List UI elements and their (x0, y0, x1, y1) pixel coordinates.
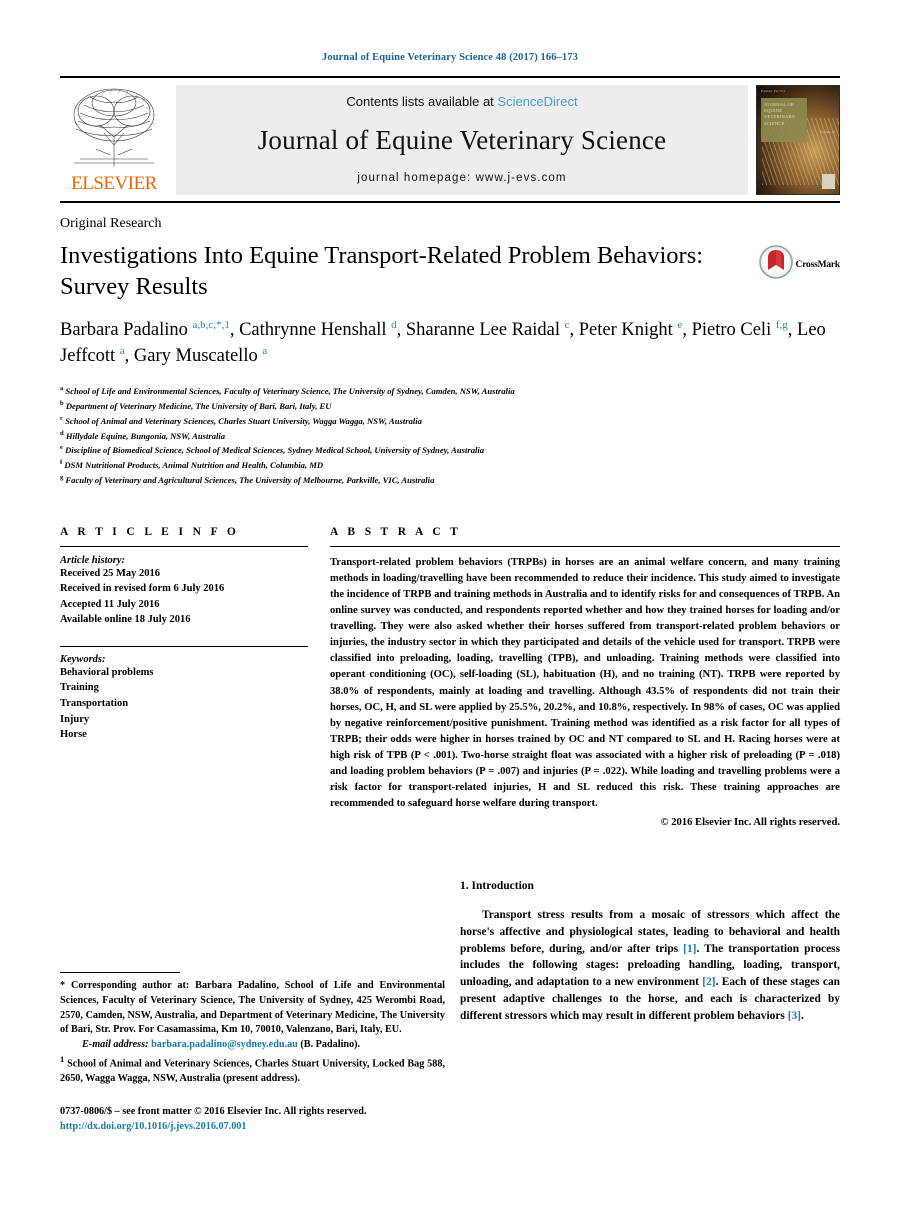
affiliation-mark: d (60, 429, 64, 437)
affiliation-item: d Hillydale Equine, Bungonia, NSW, Austr… (60, 429, 840, 444)
issn-block: 0737-0806/$ – see front matter © 2016 El… (60, 1105, 445, 1135)
present-address-note: 1 School of Animal and Veterinary Scienc… (60, 1053, 445, 1087)
present-address-mark: 1 (60, 1053, 65, 1064)
keywords-block: Keywords: Behavioral problems Training T… (60, 645, 308, 743)
email-note: E-mail address: barbara.padalino@sydney.… (60, 1038, 445, 1053)
keyword-item: Behavioral problems (60, 666, 154, 678)
citation-ref[interactable]: [2] (702, 976, 715, 988)
elsevier-tree-icon (66, 85, 162, 169)
info-abstract-section: A R T I C L E I N F O Article history: R… (60, 525, 840, 829)
affiliation-mark: c (60, 414, 63, 422)
page-title: Investigations Into Equine Transport-Rel… (60, 242, 704, 300)
email-label: E-mail address: (82, 1039, 149, 1051)
paper-page: Journal of Equine Veterinary Science 48 … (0, 0, 900, 1230)
sciencedirect-link[interactable]: ScienceDirect (497, 94, 577, 109)
keywords-rule (60, 645, 308, 647)
abstract-rule (330, 545, 840, 547)
keyword-item: Injury (60, 713, 90, 725)
affiliation-mark: b (60, 400, 64, 408)
masthead-center: Contents lists available at ScienceDirec… (176, 85, 748, 195)
affiliation-list: a School of Life and Environmental Scien… (60, 384, 840, 487)
crossmark-badge[interactable]: CrossMark (758, 241, 841, 284)
introduction-heading: 1. Introduction (460, 880, 534, 892)
article-info-rule (60, 545, 308, 547)
affiliation-text: Discipline of Biomedical Science, School… (65, 445, 485, 456)
affiliation-text: School of Animal and Veterinary Sciences… (65, 415, 422, 426)
email-link[interactable]: barbara.padalino@sydney.edu.au (151, 1039, 298, 1050)
bottom-region: 1. Introduction Transport stress results… (60, 880, 840, 1180)
affiliation-text: DSM Nutritional Products, Animal Nutriti… (64, 460, 324, 471)
affiliation-text: Department of Veterinary Medicine, The U… (65, 400, 332, 411)
intro-text: . (800, 1009, 804, 1022)
affiliation-text: Hillydale Equine, Bungonia, NSW, Austral… (65, 430, 226, 441)
article-info-column: A R T I C L E I N F O Article history: R… (60, 526, 330, 829)
affiliation-item: g Faculty of Veterinary and Agricultural… (60, 473, 840, 488)
article-history-label: Article history: (60, 554, 126, 566)
contents-list-line: Contents lists available at ScienceDirec… (346, 94, 577, 109)
history-item: Received in revised form 6 July 2016 (60, 583, 225, 595)
keywords-label: Keywords: (60, 653, 106, 665)
affiliation-mark: a (60, 385, 64, 393)
affiliation-item: b Department of Veterinary Medicine, The… (60, 399, 840, 414)
footnote-column: * Corresponding author at: Barbara Padal… (60, 972, 445, 1134)
citation-ref[interactable]: [3] (788, 1010, 801, 1022)
introduction-paragraph: Transport stress results from a mosaic o… (460, 907, 840, 1024)
present-address-text: School of Animal and Veterinary Sciences… (60, 1058, 445, 1085)
affiliation-text: Faculty of Veterinary and Agricultural S… (65, 474, 435, 485)
journal-cover-thumbnail: Equine Vet Sci JOURNAL OF EQUINE VETERIN… (756, 85, 840, 195)
history-item: Available online 18 July 2016 (60, 614, 191, 626)
keyword-item: Transportation (60, 698, 129, 709)
affiliation-mark: g (60, 474, 64, 482)
journal-masthead: ELSEVIER Contents lists available at Sci… (60, 76, 840, 195)
journal-title: Journal of Equine Veterinary Science (257, 125, 667, 155)
affiliation-item: c School of Animal and Veterinary Scienc… (60, 414, 840, 429)
contents-prefix: Contents lists available at (346, 94, 498, 109)
issn-line: 0737-0806/$ – see front matter © 2016 El… (60, 1105, 367, 1117)
affiliation-mark: f (60, 459, 63, 467)
corresponding-author-note: * Corresponding author at: Barbara Padal… (60, 980, 445, 1036)
history-item: Accepted 11 July 2016 (60, 598, 160, 610)
article-type-label: Original Research (60, 216, 162, 231)
masthead-bottom-rule (60, 201, 840, 203)
affiliation-item: e Discipline of Biomedical Science, Scho… (60, 443, 840, 458)
title-row: Investigations Into Equine Transport-Rel… (60, 241, 840, 302)
affiliation-item: f DSM Nutritional Products, Animal Nutri… (60, 458, 840, 473)
crossmark-icon (758, 245, 793, 284)
keyword-item: Horse (60, 729, 87, 741)
doi-link[interactable]: http://dx.doi.org/10.1016/j.jevs.2016.07… (60, 1120, 445, 1135)
abstract-heading: A B S T R A C T (330, 525, 462, 538)
affiliation-mark: e (60, 444, 63, 452)
keyword-item: Training (60, 682, 99, 694)
abstract-body: Transport-related problem behaviors (TRP… (330, 556, 840, 810)
journal-homepage[interactable]: journal homepage: www.j-evs.com (357, 172, 566, 184)
affiliation-item: a School of Life and Environmental Scien… (60, 384, 840, 399)
abstract-copyright: © 2016 Elsevier Inc. All rights reserved… (660, 817, 840, 829)
running-head: Journal of Equine Veterinary Science 48 … (322, 52, 578, 63)
footnote-divider (60, 972, 180, 973)
citation-ref[interactable]: [1] (683, 943, 696, 955)
elsevier-wordmark: ELSEVIER (71, 173, 157, 194)
article-info-heading: A R T I C L E I N F O (60, 525, 240, 538)
elsevier-logo: ELSEVIER (60, 85, 168, 195)
crossmark-label: CrossMark (795, 259, 841, 270)
author-list: Barbara Padalino a,b,c,*,1, Cathrynne He… (60, 319, 826, 367)
affiliation-text: School of Life and Environmental Science… (65, 386, 515, 397)
cover-title-text: JOURNAL OF EQUINE VETERINARY SCIENCE (764, 102, 795, 126)
history-item: Received 25 May 2016 (60, 567, 161, 579)
email-suffix: (B. Padalino). (300, 1039, 361, 1051)
abstract-column: A B S T R A C T Transport-related proble… (330, 525, 840, 829)
introduction-column: 1. Introduction Transport stress results… (460, 880, 840, 1024)
